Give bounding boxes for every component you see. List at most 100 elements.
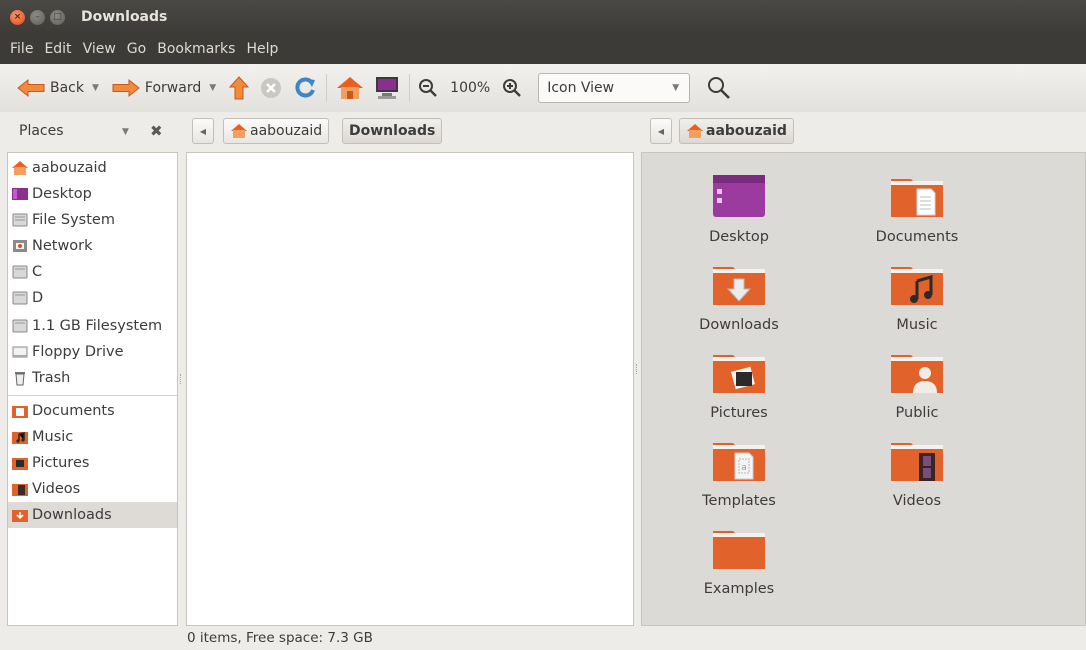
menu-bookmarks[interactable]: Bookmarks xyxy=(151,41,240,57)
forward-label: Forward xyxy=(144,80,202,96)
documents-folder-icon xyxy=(891,179,943,217)
sidebar-item-label: Trash xyxy=(32,370,71,386)
view-mode-select[interactable]: Icon View ▼ xyxy=(538,73,691,103)
left-pane-path-home-label: aabouzaid xyxy=(250,123,323,139)
folder-downloads[interactable]: Downloads xyxy=(664,261,814,333)
sidebar-item-documents[interactable]: Documents xyxy=(8,398,177,424)
home-folder-icon xyxy=(12,161,28,175)
back-history-dropdown-icon[interactable]: ▼ xyxy=(92,83,99,93)
right-pane-path-scroll-left[interactable]: ◀ xyxy=(650,118,672,144)
sidebar-item-videos[interactable]: Videos xyxy=(8,476,177,502)
trash-icon xyxy=(15,372,25,386)
folder-public[interactable]: Public xyxy=(842,349,992,421)
left-pane-path-home[interactable]: aabouzaid xyxy=(223,118,330,144)
folder-desktop[interactable]: Desktop xyxy=(664,173,814,245)
forward-button[interactable]: Forward ▼ xyxy=(107,71,224,105)
sidebar-item-1-1-gb-filesystem[interactable]: 1.1 GB Filesystem xyxy=(8,313,177,339)
computer-button[interactable] xyxy=(369,71,405,105)
zoom-in-icon xyxy=(503,79,522,97)
music-folder-icon xyxy=(891,267,943,305)
minimize-window-button[interactable]: – xyxy=(30,9,45,25)
places-dropdown-icon[interactable]: ▼ xyxy=(122,127,129,137)
home-icon xyxy=(337,77,364,99)
sidebar-item-trash[interactable]: Trash xyxy=(8,365,177,391)
folder-examples[interactable]: Examples xyxy=(664,525,814,597)
menu-edit[interactable]: Edit xyxy=(38,41,76,57)
floppy-icon xyxy=(12,346,28,358)
sidebar-item-home[interactable]: aabouzaid xyxy=(8,155,177,181)
forward-history-dropdown-icon[interactable]: ▼ xyxy=(209,83,216,93)
sidebar-item-label: 1.1 GB Filesystem xyxy=(32,318,163,334)
minimize-icon: – xyxy=(35,11,40,22)
folder-label: Documents xyxy=(875,229,959,245)
sidebar-item-label: Music xyxy=(32,429,74,445)
status-bar: 0 items, Free space: 7.3 GB xyxy=(187,630,373,646)
places-header[interactable]: Places xyxy=(19,123,64,139)
sidebar-item-d[interactable]: D xyxy=(8,285,177,311)
pictures-icon xyxy=(12,458,28,470)
public-folder-icon xyxy=(891,355,943,393)
folder-documents[interactable]: Documents xyxy=(842,173,992,245)
videos-folder-icon xyxy=(891,443,943,481)
up-button[interactable] xyxy=(224,71,254,105)
drive-icon xyxy=(12,319,28,333)
left-pane-path-downloads[interactable]: Downloads xyxy=(342,118,443,144)
zoom-out-button[interactable] xyxy=(414,71,442,105)
svg-text:a: a xyxy=(741,463,747,473)
examples-folder-icon xyxy=(713,531,765,569)
right-pane-file-view[interactable]: Desktop Documents Downloads Music Pictur… xyxy=(641,152,1086,626)
folder-music[interactable]: Music xyxy=(842,261,992,333)
toolbar-separator xyxy=(326,74,328,102)
desktop-icon xyxy=(12,188,28,200)
sidebar-item-label: Documents xyxy=(32,403,115,419)
sidebar-item-label: aabouzaid xyxy=(32,160,107,176)
back-button[interactable]: Back ▼ xyxy=(12,71,107,105)
folder-templates[interactable]: a Templates xyxy=(664,437,814,509)
sidebar-divider xyxy=(8,395,177,396)
pane-resize-handle[interactable] xyxy=(636,364,639,374)
left-pane-path-scroll-left[interactable]: ◀ xyxy=(192,118,214,144)
templates-folder-icon: a xyxy=(713,443,765,481)
chevron-left-icon: ◀ xyxy=(657,126,665,136)
sidebar-item-label: Pictures xyxy=(32,455,90,471)
folder-videos[interactable]: Videos xyxy=(842,437,992,509)
menu-go[interactable]: Go xyxy=(121,41,151,57)
search-button[interactable] xyxy=(702,71,736,105)
title-bar: × – □ Downloads xyxy=(0,0,1086,34)
left-pane-file-view[interactable] xyxy=(186,152,634,626)
window-title: Downloads xyxy=(81,9,168,25)
left-pane-path-downloads-label: Downloads xyxy=(349,123,436,139)
sidebar-item-file-system[interactable]: File System xyxy=(8,207,177,233)
sidebar-item-desktop[interactable]: Desktop xyxy=(8,181,177,207)
zoom-level[interactable]: 100% xyxy=(450,80,490,96)
documents-icon xyxy=(12,406,28,418)
menu-view[interactable]: View xyxy=(77,41,121,57)
sidebar-item-downloads[interactable]: Downloads xyxy=(8,502,177,528)
back-label: Back xyxy=(50,80,84,96)
menu-file[interactable]: File xyxy=(0,41,38,57)
sidebar-item-floppy-drive[interactable]: Floppy Drive xyxy=(8,339,177,365)
zoom-in-button[interactable] xyxy=(498,71,526,105)
right-pane-path-home[interactable]: aabouzaid xyxy=(679,118,794,144)
maximize-icon: □ xyxy=(53,11,62,22)
home-folder-icon xyxy=(231,124,247,138)
folder-label: Music xyxy=(896,317,938,333)
close-window-button[interactable]: × xyxy=(10,9,25,25)
music-icon xyxy=(12,432,28,444)
close-sidebar-icon[interactable]: ✖ xyxy=(150,122,163,140)
menu-help[interactable]: Help xyxy=(240,41,283,57)
sidebar-item-music[interactable]: Music xyxy=(8,424,177,450)
sidebar-item-c[interactable]: C xyxy=(8,259,177,285)
folder-label: Videos xyxy=(892,493,942,509)
sidebar-item-network[interactable]: Network xyxy=(8,233,177,259)
maximize-window-button[interactable]: □ xyxy=(50,9,65,25)
reload-button[interactable] xyxy=(288,71,322,105)
location-bar: Places ▼ ✖ ◀ aabouzaid Downloads ◀ aabou… xyxy=(0,112,1086,152)
sidebar-item-pictures[interactable]: Pictures xyxy=(8,450,177,476)
places-sidebar: aabouzaid Desktop File System Network C … xyxy=(7,152,178,626)
sidebar-resize-handle[interactable] xyxy=(180,374,183,384)
home-button[interactable] xyxy=(331,71,369,105)
file-manager-window: × – □ Downloads File Edit View Go Bookma… xyxy=(0,0,1086,650)
folder-pictures[interactable]: Pictures xyxy=(664,349,814,421)
stop-button[interactable] xyxy=(254,71,288,105)
